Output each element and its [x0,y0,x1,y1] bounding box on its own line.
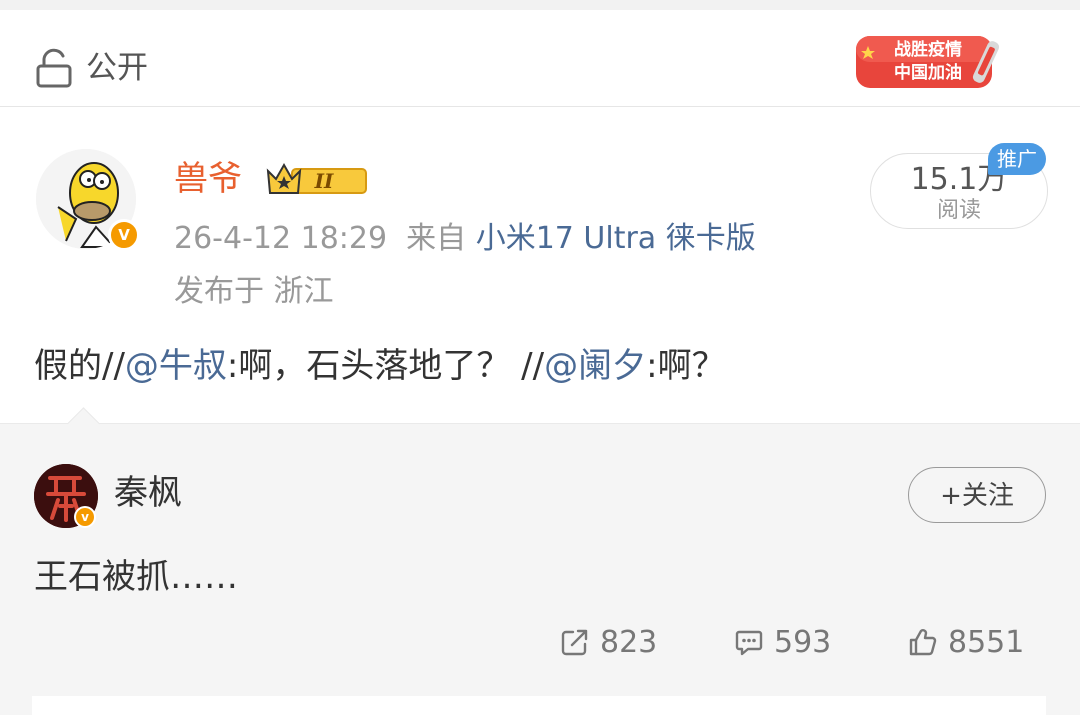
thumbs-up-icon [909,629,937,656]
mention-link[interactable]: @阑夕 [544,346,646,386]
follow-button[interactable]: +关注 [908,467,1046,523]
next-card-edge [32,696,1046,726]
campaign-badge[interactable]: 战胜疫情 中国加油 [852,32,1004,92]
like-button[interactable]: 8551 [908,620,1024,664]
device-link[interactable]: 小米17 Ultra 徕卡版 [476,221,756,256]
comment-count: 593 [774,624,832,660]
read-label: 阅读 [936,198,981,223]
campaign-line-1: 战胜疫情 [894,40,962,60]
mention-link[interactable]: @牛叔 [125,346,227,386]
source-prefix: 来自 [406,221,467,256]
post-location: 发布于 浙江 [174,274,334,309]
top-strip [0,0,1080,10]
post-text-segment: 假的// [34,346,125,386]
promo-tag: 推广 [988,143,1046,175]
post-timestamp: 26-4-12 18:29 [174,221,388,256]
post-text: 假的//@牛叔:啊，石头落地了？ //@阑夕:啊？ [34,343,726,389]
retweeted-post[interactable]: v 秦枫 +关注 王石被抓…… 823 593 8551 [0,407,1080,726]
post-meta: 26-4-12 18:29 来自 小米17 Ultra 徕卡版 [174,219,756,259]
post-text-segment: :啊？ [646,346,726,386]
retweet-text: 王石被抓…… [34,557,238,597]
repost-count: 823 [600,624,658,660]
visibility-label: 公开 [86,50,148,86]
repost-button[interactable]: 823 [560,620,657,664]
retweet-author-name[interactable]: 秦枫 [114,470,182,516]
level-label: II [314,169,334,193]
comment-button[interactable]: 593 [734,620,831,664]
author-name[interactable]: 兽爷 [174,157,242,201]
comment-icon [735,630,763,656]
like-count: 8551 [948,624,1025,660]
share-icon [561,629,588,656]
vip-crown-icon: II [266,162,367,194]
campaign-line-2: 中国加油 [894,63,962,83]
retweet-verified-badge-icon: v [74,506,96,528]
verified-badge-icon: V [108,219,140,251]
post-text-segment: :啊，石头落地了？ // [226,346,545,386]
visibility-bar[interactable]: 公开 战胜疫情 中国加油 [0,10,1080,107]
weibo-post: V 兽爷 II 26-4-12 18:29 来自 小米17 Ultra 徕卡版 … [0,107,1080,423]
lock-icon [36,48,72,88]
